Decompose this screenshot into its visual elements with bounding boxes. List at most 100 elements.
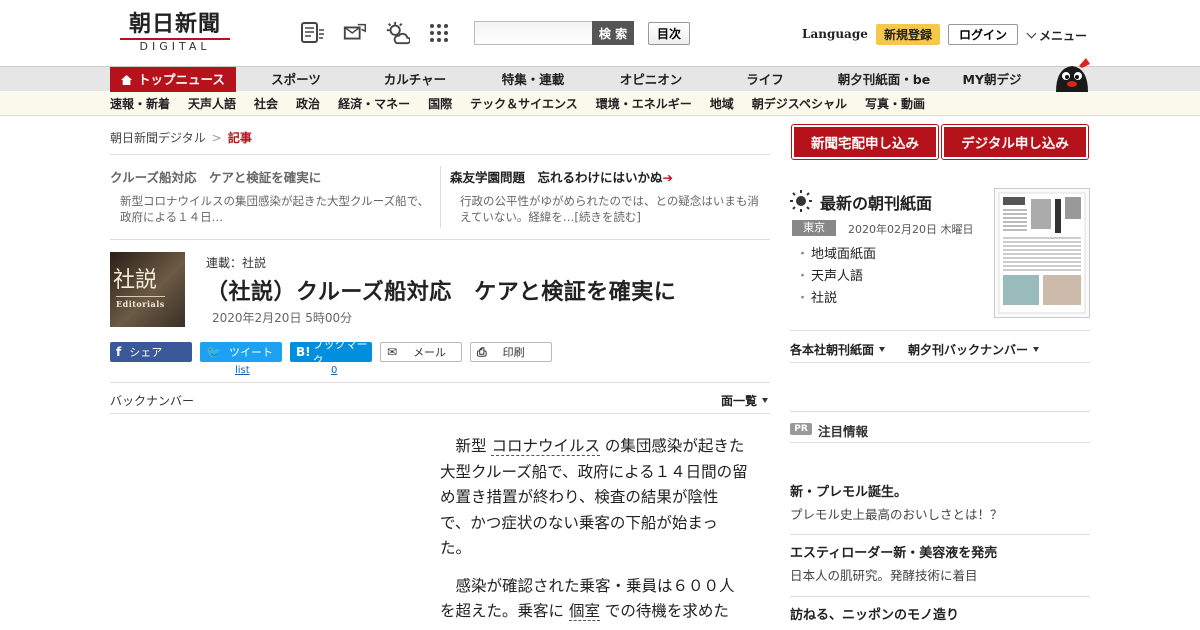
- related-right-title-row: 森友学園問題 忘れるわけにはいかぬ➔: [450, 169, 770, 187]
- subnav-item[interactable]: 環境・エネルギー: [596, 92, 692, 116]
- nav-item[interactable]: 朝夕刊紙面・be: [820, 67, 948, 92]
- digital-subscribe-button[interactable]: デジタル申し込み: [941, 124, 1089, 160]
- login-button[interactable]: ログイン: [948, 24, 1018, 45]
- index-button[interactable]: 目次: [648, 22, 690, 45]
- nav-item[interactable]: スポーツ: [236, 67, 356, 92]
- search-button[interactable]: 検 索: [592, 21, 634, 45]
- divider: [110, 239, 770, 240]
- twitter-count[interactable]: list: [235, 365, 250, 376]
- mail-label: メール: [413, 346, 447, 359]
- related-right-desc: 行政の公平性がゆがめられたのでは、との疑念はいまも消えていない。経緯を…[続きを…: [460, 194, 759, 224]
- caret-down-icon: [1033, 347, 1040, 352]
- back-number-label: 朝夕刊バックナンバー: [908, 343, 1029, 357]
- hatena-count[interactable]: 0: [331, 365, 337, 376]
- twitter-share-label: ツイート: [228, 346, 273, 359]
- mail-share-button[interactable]: ✉ メール: [380, 342, 462, 362]
- signup-button[interactable]: 新規登録: [876, 24, 940, 45]
- twitter-icon: 🐦: [206, 345, 221, 359]
- text: での待機を求めた: [604, 602, 729, 620]
- nav-item[interactable]: 特集・連載: [474, 67, 592, 92]
- divider: [790, 411, 1090, 412]
- subnav-item[interactable]: 速報・新着: [110, 92, 170, 116]
- facebook-share-label: シェア: [129, 346, 163, 359]
- related-article-right[interactable]: 森友学園問題 忘れるわけにはいかぬ➔ 行政の公平性がゆがめられたのでは、との疑念…: [450, 169, 770, 225]
- related-right-title: 森友学園問題 忘れるわけにはいかぬ: [450, 170, 663, 185]
- hatena-icon: B!: [296, 345, 311, 359]
- mail-icon: ✉: [387, 345, 398, 359]
- weather-icon[interactable]: [384, 20, 410, 46]
- nav-item[interactable]: トップニュース: [110, 67, 236, 92]
- subnav-item[interactable]: 朝デジスペシャル: [752, 92, 847, 116]
- nav-item[interactable]: ライフ: [710, 67, 820, 92]
- caret-down-icon: [879, 347, 886, 352]
- nav-item[interactable]: MY朝デジ: [948, 67, 1036, 92]
- sun-icon: [790, 190, 812, 212]
- nav-item[interactable]: オピニオン: [592, 67, 710, 92]
- breadcrumb-home[interactable]: 朝日新聞デジタル: [110, 131, 206, 145]
- caret-down-icon: [762, 398, 769, 403]
- nav-item-label: トップニュース: [138, 72, 225, 87]
- hatena-label: ブックマーク: [312, 338, 368, 367]
- search-input[interactable]: [474, 21, 592, 45]
- ad-item[interactable]: エスティローダー新・美容液を発売 日本人の肌研究。発酵技術に着目: [790, 545, 1090, 585]
- divider: [790, 534, 1090, 535]
- newspaper-thumbnail[interactable]: [994, 188, 1090, 318]
- attention-heading: 注目情報: [818, 424, 869, 439]
- menu-button[interactable]: メニュー: [1026, 27, 1088, 44]
- asahi-logo[interactable]: 朝日新聞 DIGITAL: [120, 12, 230, 53]
- ad-item[interactable]: 訪ねる、ニッポンのモノ造り: [790, 607, 1090, 625]
- divider: [790, 330, 1090, 331]
- nav-item-label: オピニオン: [619, 72, 683, 87]
- series-label[interactable]: 連載：社説: [206, 254, 266, 271]
- site-header: 朝日新聞 DIGITAL 検 索 目次 Language 新規登録 ログイン メ…: [0, 0, 1200, 66]
- region-badge: 東京: [792, 220, 836, 236]
- paper-link[interactable]: 地域面紙面: [796, 244, 876, 266]
- paper-link[interactable]: 天声人語: [796, 266, 876, 288]
- paper-link[interactable]: 社説: [796, 288, 876, 310]
- subnav-item[interactable]: 社会: [254, 92, 278, 116]
- logo-jp: 朝日新聞: [128, 11, 221, 37]
- paper-date: 2020年02月20日 木曜日: [848, 223, 974, 236]
- paragraph: 感染が確認された乗客・乗員は６００人を超えた。乗客に 個室 での待機を求めた: [440, 574, 748, 625]
- nav-item-label: 特集・連載: [501, 72, 565, 87]
- paragraph: 新型 コロナウイルス の集団感染が起きた大型クルーズ船で、政府による１４日間の留…: [440, 434, 748, 562]
- hatena-bookmark-button[interactable]: B! ブックマーク: [290, 338, 372, 367]
- ad-title: 新・プレモル誕生。: [790, 485, 908, 500]
- twitter-share-button[interactable]: 🐦 ツイート: [200, 342, 282, 362]
- home-delivery-button[interactable]: 新聞宅配申し込み: [791, 124, 939, 160]
- search-box: 検 索: [474, 21, 634, 45]
- divider: [440, 166, 441, 228]
- back-number-dropdown[interactable]: 朝夕刊バックナンバー: [908, 341, 1040, 358]
- divider: [790, 596, 1090, 597]
- subnav-item[interactable]: 経済・マネー: [338, 92, 410, 116]
- language-link[interactable]: Language: [802, 27, 868, 41]
- regional-papers-dropdown[interactable]: 各本社朝刊紙面: [790, 341, 886, 358]
- subnav-item[interactable]: 国際: [428, 92, 452, 116]
- facebook-share-button[interactable]: f シェア: [110, 342, 192, 362]
- subnav-item[interactable]: 政治: [296, 92, 320, 116]
- main-nav: トップニュース スポーツ カルチャー 特集・連載 オピニオン ライフ 朝夕刊紙面・be MY朝…: [0, 66, 1200, 92]
- arrow-right-icon: ➔: [662, 170, 673, 185]
- keyword-link[interactable]: コロナウイルス: [491, 437, 600, 456]
- mascot-icon[interactable]: [1052, 58, 1092, 92]
- page-list-label: 面一覧: [721, 394, 758, 408]
- subnav-item[interactable]: 写真・動画: [865, 92, 925, 116]
- grid-apps-icon[interactable]: [426, 20, 452, 46]
- keyword-link[interactable]: 個室: [568, 602, 600, 621]
- page-list-dropdown[interactable]: 面一覧: [721, 392, 769, 409]
- breadcrumb: 朝日新聞デジタル > 記事: [110, 129, 252, 146]
- subnav-item[interactable]: テック＆サイエンス: [470, 92, 578, 116]
- ad-item[interactable]: 新・プレモル誕生。 プレモル史上最高のおいしさとは！？: [790, 484, 1090, 524]
- nav-item[interactable]: カルチャー: [356, 67, 474, 92]
- newspaper-icon[interactable]: [300, 20, 326, 46]
- print-button[interactable]: ⎙ 印刷: [470, 342, 552, 362]
- subnav-item[interactable]: 地域: [710, 92, 734, 116]
- text: 新型: [455, 437, 487, 455]
- subnav-item[interactable]: 天声人語: [188, 92, 236, 116]
- backnumber-label[interactable]: バックナンバー: [110, 392, 194, 409]
- message-icon[interactable]: [342, 20, 368, 46]
- menu-label: メニュー: [1039, 29, 1088, 43]
- related-article-left[interactable]: クルーズ船対応 ケアと検証を確実に 新型コロナウイルスの集団感染が起きた大型クル…: [110, 169, 430, 225]
- divider: [110, 382, 770, 383]
- home-icon: [121, 75, 133, 85]
